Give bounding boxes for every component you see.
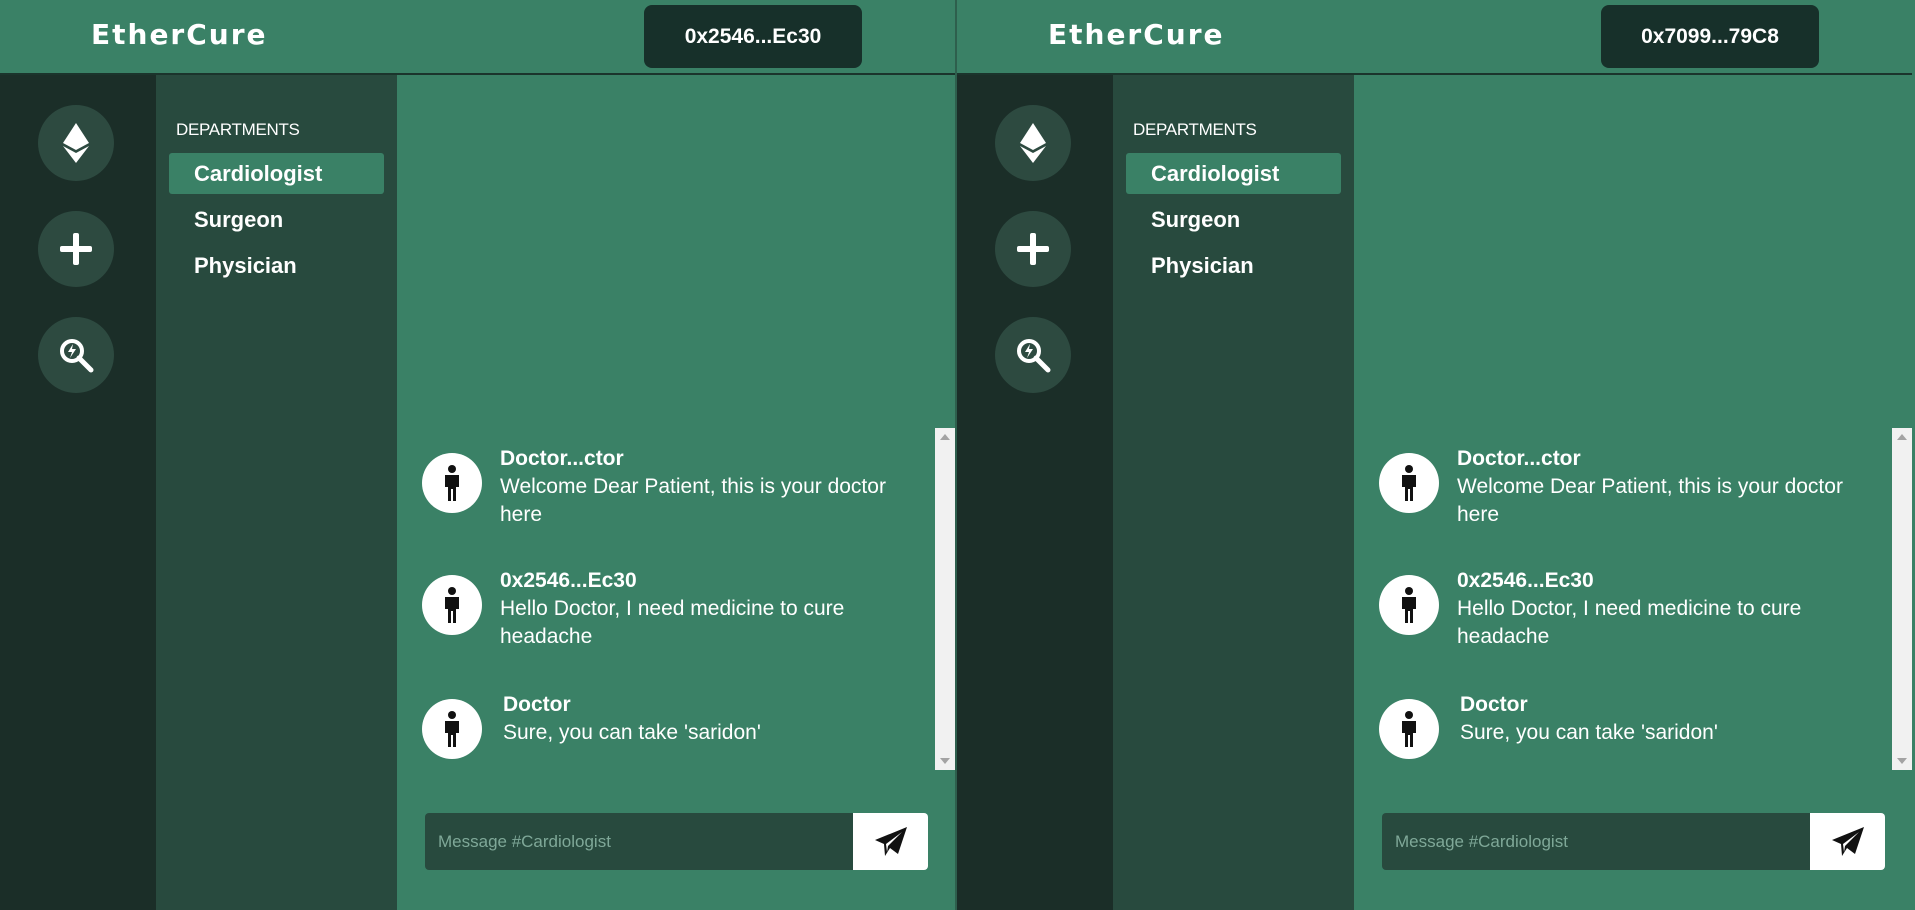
send-button[interactable]: [853, 813, 928, 870]
message-sender: 0x2546...Ec30: [500, 569, 637, 592]
person-icon: [1402, 587, 1416, 623]
person-icon: [1402, 711, 1416, 747]
scroll-up-icon[interactable]: [1897, 434, 1907, 440]
message-input[interactable]: [1382, 813, 1810, 870]
message-text: Sure, you can take 'saridon': [1460, 721, 1718, 744]
departments-sidebar: DEPARTMENTS Cardiologist Surgeon Physici…: [156, 75, 397, 910]
person-icon: [445, 465, 459, 501]
person-icon: [445, 711, 459, 747]
message-sender: Doctor...ctor: [1457, 447, 1581, 470]
message-text: Welcome Dear Patient, this is your docto…: [1457, 475, 1843, 526]
explore-button[interactable]: [995, 317, 1071, 393]
ethereum-button[interactable]: [995, 105, 1071, 181]
scroll-down-icon[interactable]: [940, 758, 950, 764]
chat-panel: Doctor...ctor Welcome Dear Patient, this…: [1354, 75, 1912, 910]
message-text: Hello Doctor, I need medicine to cure he…: [500, 597, 845, 648]
departments-heading: DEPARTMENTS: [176, 120, 300, 139]
department-item-cardiologist[interactable]: Cardiologist: [1126, 153, 1341, 194]
department-item-physician[interactable]: Physician: [169, 245, 384, 286]
message-sender: Doctor...ctor: [500, 447, 624, 470]
person-icon: [1402, 465, 1416, 501]
message-sender: Doctor: [1460, 693, 1528, 716]
app-window-right: EtherCure 0x7099...79C8 DEPARTMENTS Card…: [957, 0, 1912, 910]
avatar: [422, 453, 482, 513]
ethereum-button[interactable]: [38, 105, 114, 181]
message-text: Welcome Dear Patient, this is your docto…: [500, 475, 886, 526]
icon-rail: [957, 75, 1113, 910]
message-composer: [425, 813, 928, 870]
avatar: [422, 575, 482, 635]
account-button[interactable]: 0x7099...79C8: [1601, 5, 1819, 68]
chat-scrollbar[interactable]: [1892, 428, 1912, 770]
message-text: Sure, you can take 'saridon': [503, 721, 761, 744]
message-composer: [1382, 813, 1885, 870]
search-refresh-icon: [60, 339, 94, 373]
brand-logo: EtherCure: [91, 18, 268, 51]
ethereum-icon: [63, 123, 89, 163]
icon-rail: [0, 75, 156, 910]
message-input[interactable]: [425, 813, 853, 870]
department-item-cardiologist[interactable]: Cardiologist: [169, 153, 384, 194]
app-window-left: EtherCure 0x2546...Ec30 DEPARTMENTS Card…: [0, 0, 955, 910]
message-text: Hello Doctor, I need medicine to cure he…: [1457, 597, 1802, 648]
department-item-surgeon[interactable]: Surgeon: [1126, 199, 1341, 240]
account-button[interactable]: 0x2546...Ec30: [644, 5, 862, 68]
dual-app-view: EtherCure 0x2546...Ec30 DEPARTMENTS Card…: [0, 0, 1915, 910]
avatar: [1379, 453, 1439, 513]
message-sender: Doctor: [503, 693, 571, 716]
avatar: [422, 699, 482, 759]
plus-icon: [1017, 233, 1049, 265]
avatar: [1379, 699, 1439, 759]
top-bar: EtherCure 0x7099...79C8: [957, 0, 1912, 75]
explore-button[interactable]: [38, 317, 114, 393]
add-button[interactable]: [995, 211, 1071, 287]
departments-sidebar: DEPARTMENTS Cardiologist Surgeon Physici…: [1113, 75, 1354, 910]
chat-scrollbar[interactable]: [935, 428, 955, 770]
ethereum-icon: [1020, 123, 1046, 163]
add-button[interactable]: [38, 211, 114, 287]
send-icon: [874, 826, 907, 856]
department-item-physician[interactable]: Physician: [1126, 245, 1341, 286]
send-button[interactable]: [1810, 813, 1885, 870]
department-item-surgeon[interactable]: Surgeon: [169, 199, 384, 240]
person-icon: [445, 587, 459, 623]
scroll-up-icon[interactable]: [940, 434, 950, 440]
plus-icon: [60, 233, 92, 265]
departments-heading: DEPARTMENTS: [1133, 120, 1257, 139]
scroll-down-icon[interactable]: [1897, 758, 1907, 764]
chat-panel: Doctor...ctor Welcome Dear Patient, this…: [397, 75, 955, 910]
message-sender: 0x2546...Ec30: [1457, 569, 1594, 592]
brand-logo: EtherCure: [1048, 18, 1225, 51]
send-icon: [1831, 826, 1864, 856]
search-refresh-icon: [1017, 339, 1051, 373]
avatar: [1379, 575, 1439, 635]
top-bar: EtherCure 0x2546...Ec30: [0, 0, 955, 75]
